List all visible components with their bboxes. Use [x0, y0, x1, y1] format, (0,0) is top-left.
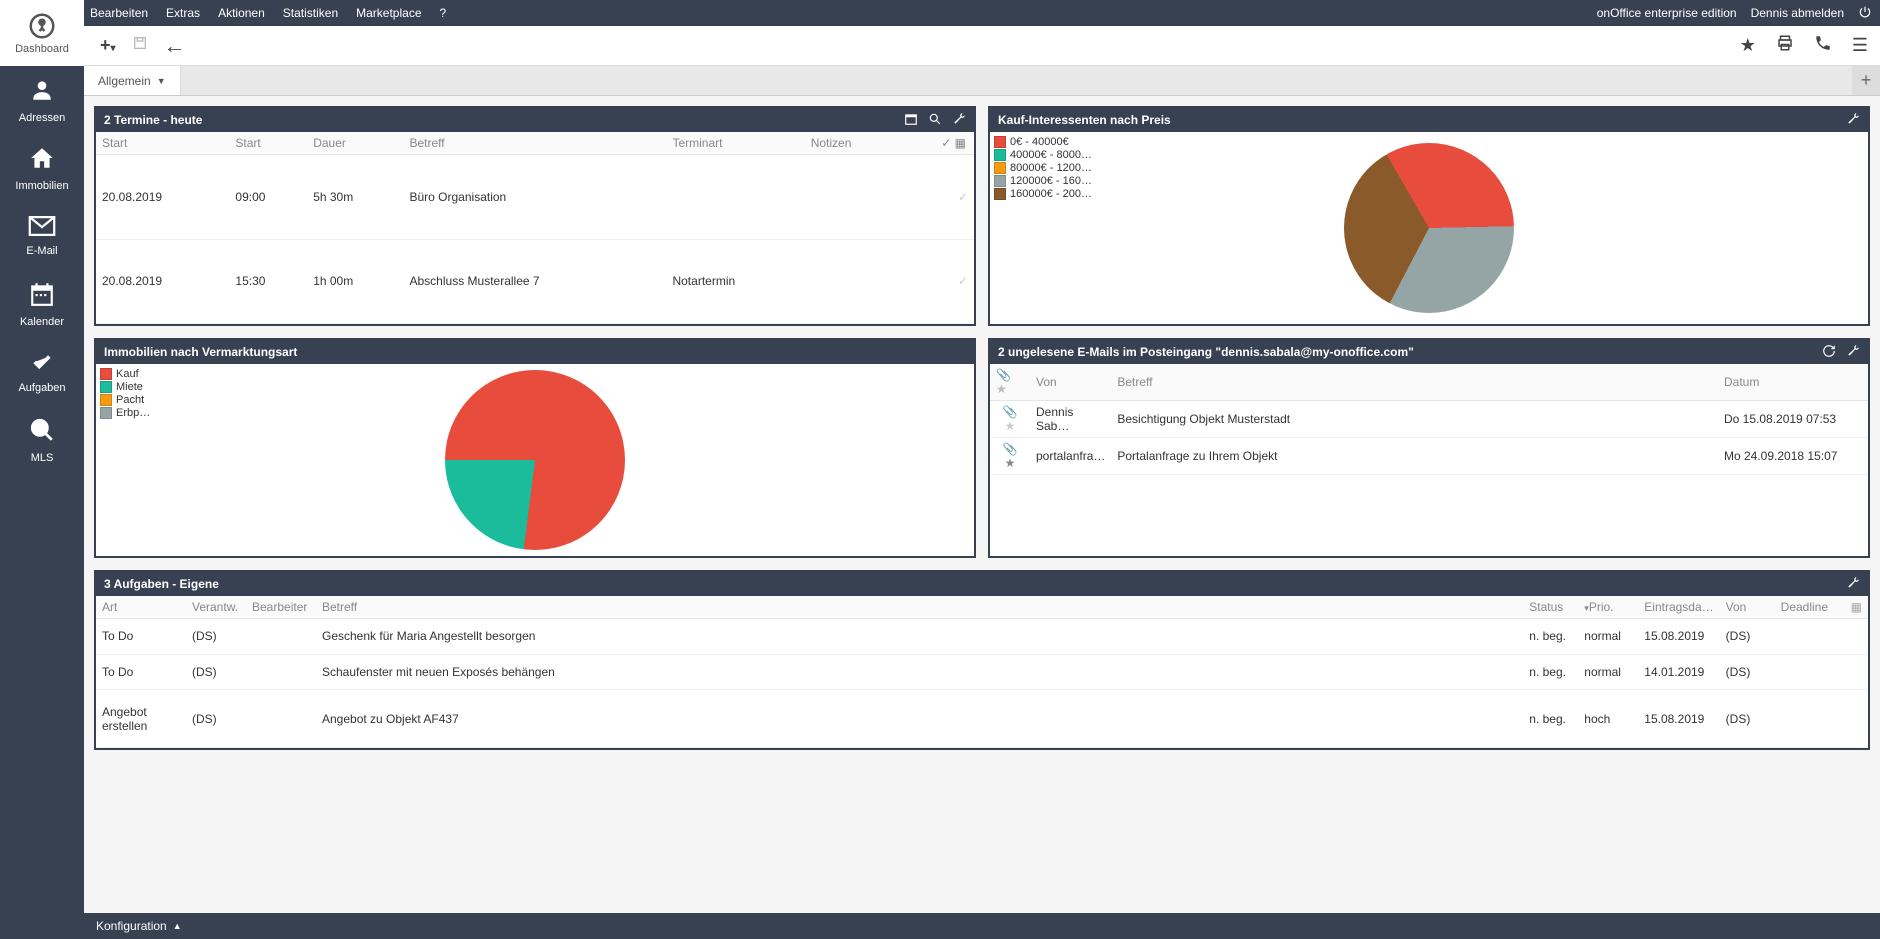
widget-title: Immobilien nach Vermarktungsart — [104, 345, 297, 359]
widget-emails: 2 ungelesene E-Mails im Posteingang "den… — [988, 338, 1870, 558]
emails-table: 📎 ★ Von Betreff Datum 📎 ★Dennis Sab…Besi… — [990, 364, 1868, 475]
pie-chart-kauf — [1344, 143, 1514, 313]
legend-swatch — [994, 149, 1006, 161]
widget-kauf-interessenten: Kauf-Interessenten nach Preis 0€ - 40000… — [988, 106, 1870, 326]
power-icon[interactable] — [1858, 5, 1872, 22]
grid-icon[interactable]: ▦ — [1851, 600, 1862, 614]
legend-item[interactable]: 0€ - 40000€ — [994, 136, 1092, 148]
calendar-icon — [29, 281, 55, 310]
check-circle-icon[interactable]: ✓ — [958, 190, 968, 204]
edition-label: onOffice enterprise edition — [1597, 6, 1737, 20]
legend-swatch — [100, 407, 112, 419]
config-button[interactable]: Konfiguration ▲ — [96, 919, 182, 933]
menu-icon[interactable]: ☰ — [1852, 35, 1868, 56]
task-row[interactable]: To Do(DS)Geschenk für Maria Angestellt b… — [96, 619, 1868, 655]
table-row[interactable]: 20.08.201909:005h 30mBüro Organisation✓ — [96, 155, 974, 240]
widget-title: 2 ungelesene E-Mails im Posteingang "den… — [998, 345, 1414, 359]
topmenu-item[interactable]: Bearbeiten — [90, 6, 148, 20]
legend-swatch — [994, 162, 1006, 174]
sidebar-item-kalender[interactable]: Kalender — [0, 270, 84, 338]
legend-item[interactable]: 160000€ - 200… — [994, 188, 1092, 200]
task-row[interactable]: To Do(DS)Schaufenster mit neuen Exposés … — [96, 654, 1868, 690]
attachment-header-icon: 📎 — [996, 368, 1011, 382]
save-icon[interactable] — [132, 35, 148, 56]
email-row[interactable]: 📎 ★Dennis Sab…Besichtigung Objekt Muster… — [990, 401, 1868, 438]
topmenu-item[interactable]: Extras — [166, 6, 200, 20]
home-icon — [29, 145, 55, 174]
wrench-icon[interactable] — [952, 112, 966, 129]
wrench-icon[interactable] — [1846, 344, 1860, 361]
check-circle-icon[interactable]: ✓ — [958, 274, 968, 288]
attachment-icon: 📎 — [1003, 442, 1018, 456]
table-row[interactable]: 20.08.201915:301h 00mAbschluss Musterall… — [96, 239, 974, 324]
topmenu-item[interactable]: Statistiken — [283, 6, 338, 20]
legend-swatch — [994, 188, 1006, 200]
star-icon[interactable]: ★ — [1005, 419, 1016, 433]
legend-swatch — [994, 136, 1006, 148]
email-row[interactable]: 📎 ★portalanfra…Portalanfrage zu Ihrem Ob… — [990, 438, 1868, 475]
star-header-icon: ★ — [996, 382, 1007, 396]
termine-table: StartStartDauerBetreffTerminartNotizen✓ … — [96, 132, 974, 324]
widget-title: 2 Termine - heute — [104, 113, 202, 127]
person-icon — [29, 77, 55, 106]
sidebar-item-label: Aufgaben — [18, 382, 65, 394]
search-icon[interactable] — [928, 112, 942, 129]
topmenu-item[interactable]: ? — [440, 6, 447, 20]
chevron-down-icon: ▼ — [157, 76, 166, 86]
star-icon[interactable]: ★ — [1005, 456, 1016, 470]
sidebar-item-e-mail[interactable]: E-Mail — [0, 202, 84, 270]
pie-chart-vermarktung — [445, 370, 625, 550]
legend-swatch — [100, 394, 112, 406]
legend-swatch — [100, 381, 112, 393]
task-row[interactable]: Angebot erstellen(DS)Angebot zu Objekt A… — [96, 690, 1868, 748]
check-circle-icon: ✓ — [941, 136, 951, 150]
legend-item[interactable]: Kauf — [100, 368, 150, 380]
mail-icon — [28, 216, 56, 239]
legend-item[interactable]: Erbp… — [100, 407, 150, 419]
sidebar-item-aufgaben[interactable]: Aufgaben — [0, 338, 84, 406]
aufgaben-table: ArtVerantw.BearbeiterBetreffStatus▾Prio.… — [96, 596, 1868, 748]
refresh-icon[interactable] — [1822, 344, 1836, 361]
sidebar-item-mls[interactable]: MLS — [0, 406, 84, 474]
legend-swatch — [994, 175, 1006, 187]
sidebar-item-immobilien[interactable]: Immobilien — [0, 134, 84, 202]
wrench-icon[interactable] — [1846, 576, 1860, 593]
sidebar-item-label: E-Mail — [26, 245, 57, 257]
sidebar-item-label: Adressen — [19, 112, 65, 124]
legend-item[interactable]: 80000€ - 1200… — [994, 162, 1092, 174]
widget-title: 3 Aufgaben - Eigene — [104, 577, 219, 591]
dashboard-home[interactable]: Dashboard — [0, 0, 84, 66]
sidebar-item-label: Immobilien — [15, 180, 68, 192]
wrench-icon[interactable] — [1846, 112, 1860, 129]
phone-icon[interactable] — [1814, 34, 1832, 57]
widget-vermarktungsart: Immobilien nach Vermarktungsart KaufMiet… — [94, 338, 976, 558]
legend-swatch — [100, 368, 112, 380]
dashboard-label: Dashboard — [15, 43, 69, 55]
sidebar-item-label: Kalender — [20, 316, 64, 328]
grid-icon[interactable]: ▦ — [955, 136, 966, 150]
search-icon — [29, 417, 55, 446]
calendar-icon[interactable] — [904, 112, 918, 129]
legend-item[interactable]: Miete — [100, 381, 150, 393]
sidebar-item-adressen[interactable]: Adressen — [0, 66, 84, 134]
back-icon[interactable]: ← — [164, 33, 186, 59]
logout-link[interactable]: Dennis abmelden — [1751, 6, 1844, 20]
chevron-up-icon: ▲ — [173, 921, 182, 931]
legend-item[interactable]: 40000€ - 8000… — [994, 149, 1092, 161]
topmenu-item[interactable]: Marketplace — [356, 6, 421, 20]
star-icon[interactable]: ★ — [1740, 35, 1756, 56]
legend-item[interactable]: 120000€ - 160… — [994, 175, 1092, 187]
widget-aufgaben: 3 Aufgaben - Eigene ArtVerantw.Bearbeite… — [94, 570, 1870, 750]
tab-allgemein[interactable]: Allgemein ▼ — [84, 66, 181, 95]
add-icon[interactable]: +▾ — [100, 35, 116, 56]
legend-item[interactable]: Pacht — [100, 394, 150, 406]
print-icon[interactable] — [1776, 34, 1794, 57]
check-icon — [28, 351, 56, 376]
sidebar-item-label: MLS — [31, 452, 54, 464]
attachment-icon: 📎 — [1003, 405, 1018, 419]
widget-termine: 2 Termine - heute StartStartDauerBetreff… — [94, 106, 976, 326]
add-tab-button[interactable]: + — [1852, 66, 1880, 95]
widget-title: Kauf-Interessenten nach Preis — [998, 113, 1171, 127]
topmenu-item[interactable]: Aktionen — [218, 6, 265, 20]
